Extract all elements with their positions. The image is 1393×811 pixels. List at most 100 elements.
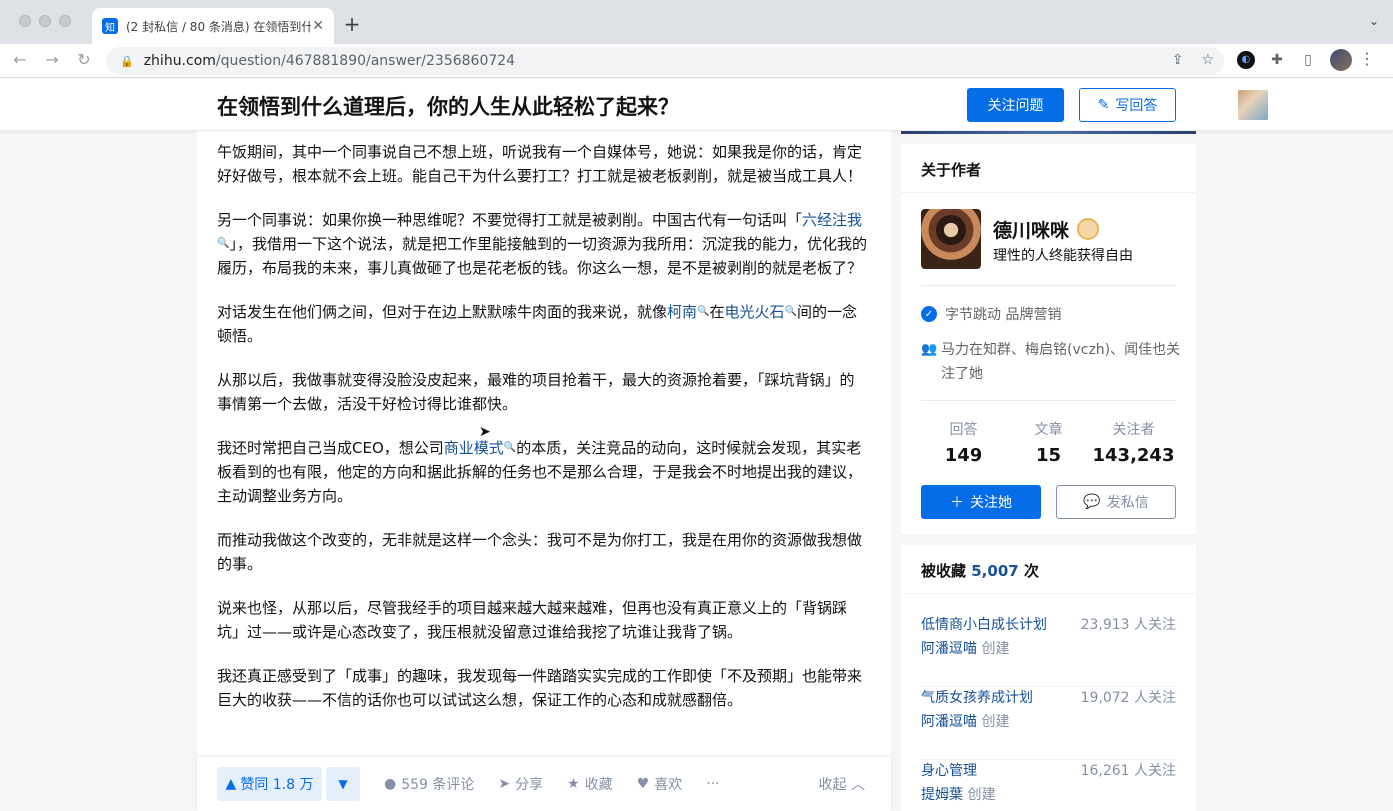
- browser-menu-icon[interactable]: ⋮: [1359, 49, 1375, 68]
- downvote-button[interactable]: ▼: [326, 767, 360, 801]
- share-page-icon[interactable]: ⇪: [1172, 52, 1184, 68]
- collection-name[interactable]: 低情商小白成长计划: [921, 614, 1047, 634]
- extension-icon[interactable]: ◐: [1237, 51, 1255, 69]
- divider: [921, 285, 1176, 286]
- favorite-collection-item[interactable]: 气质女孩养成计划 19,072 人关注 阿潘逗喵 创建: [921, 687, 1176, 760]
- browser-tab[interactable]: 知 (2 封私信 / 80 条消息) 在领悟到什么道理后，你的人生从此轻松了起来…: [92, 8, 334, 44]
- paragraph: 从那以后，我做事就变得没脸没皮起来，最难的项目抢着干，最大的资源抢着要，「踩坑背…: [217, 371, 855, 413]
- banner-strip: [901, 131, 1196, 134]
- search-icon: 🔍: [217, 238, 230, 249]
- paragraph: 我还时常把自己当成CEO，想公司商业模式🔍的本质，关注竞品的动向，这时候就会发现…: [217, 439, 863, 505]
- triangle-down-icon: ▼: [338, 777, 348, 791]
- plus-icon: ＋: [950, 495, 964, 511]
- people-icon: 👥: [921, 342, 938, 357]
- address-bar[interactable]: 🔒 zhihu.com/question/467881890/answer/23…: [106, 47, 1224, 75]
- star-icon: ★: [567, 776, 580, 792]
- browser-tab-strip: 知 (2 封私信 / 80 条消息) 在领悟到什么道理后，你的人生从此轻松了起来…: [0, 0, 1393, 44]
- favorite-collection-item[interactable]: 身心管理 16,261 人关注 提姆葉 创建: [921, 760, 1176, 811]
- send-message-button[interactable]: 💬 发私信: [1056, 485, 1176, 519]
- stat-answers[interactable]: 回答 149: [921, 419, 1006, 466]
- paragraph: 另一个同事说：如果你换一种思维呢？不要觉得打工就是被剥削。中国古代有一句话叫「六…: [217, 211, 867, 277]
- side-panel-icon[interactable]: ▯: [1299, 51, 1317, 69]
- message-bubble-icon: 💬: [1083, 494, 1101, 510]
- new-tab-button[interactable]: +: [340, 12, 364, 36]
- author-badge-icon: [1077, 218, 1099, 240]
- user-avatar[interactable]: [1238, 90, 1268, 120]
- stat-articles[interactable]: 文章 15: [1006, 419, 1091, 466]
- more-button[interactable]: ···: [706, 776, 719, 792]
- write-answer-button[interactable]: ✎ 写回答: [1079, 88, 1176, 122]
- answer-content: 午饭期间，其中一个同事说自己不想上班，听说我有一个自媒体号，她说：如果我是你的话…: [217, 140, 869, 732]
- triangle-up-icon: ▲: [225, 776, 237, 792]
- collection-followers: 23,913 人关注: [1080, 617, 1176, 633]
- author-card: 关于作者 德川咪咪 理性的人终能获得自由 ✓ 字节跳动 品牌营销 👥 马力在知群…: [901, 144, 1196, 534]
- keyword-link[interactable]: 六经注我: [802, 211, 862, 229]
- paragraph: 对话发生在他们俩之间，但对于在边上默默嗦牛肉面的我来说，就像柯南🔍在电光火石🔍间…: [217, 303, 857, 345]
- follow-author-button[interactable]: ＋ 关注她: [921, 485, 1041, 519]
- upvote-button[interactable]: ▲ 赞同 1.8 万: [217, 767, 322, 801]
- favorites-heading: 被收藏 5,007 次: [901, 545, 1196, 594]
- collection-name[interactable]: 气质女孩养成计划: [921, 687, 1033, 707]
- window-minimize-button[interactable]: [39, 15, 51, 27]
- paragraph: 而推动我做这个改变的，无非就是这样一个念头：我可不是为你打工，我是在用你的资源做…: [217, 531, 863, 573]
- window-close-button[interactable]: [19, 15, 31, 27]
- reload-icon[interactable]: ↻: [74, 50, 94, 69]
- author-card-heading: 关于作者: [901, 144, 1196, 193]
- divider: [921, 400, 1176, 401]
- lock-icon: 🔒: [120, 54, 134, 68]
- search-icon: 🔍: [784, 306, 797, 317]
- stat-followers[interactable]: 关注者 143,243: [1091, 419, 1176, 466]
- collection-creator: 阿潘逗喵 创建: [921, 714, 1010, 730]
- keyword-link[interactable]: 柯南: [667, 303, 697, 321]
- chevron-up-icon: ︿: [851, 777, 865, 793]
- like-button[interactable]: ♥ 喜欢: [637, 774, 683, 794]
- answer-action-bar: ▲ 赞同 1.8 万 ▼ ● 559 条评论 ➤ 分享 ★ 收藏 ♥ 喜欢 ··· 收起…: [197, 757, 891, 811]
- keyword-link[interactable]: 电光火石: [725, 303, 785, 321]
- window-zoom-button[interactable]: [59, 15, 71, 27]
- tab-close-icon[interactable]: ✕: [312, 18, 324, 34]
- tab-title: (2 封私信 / 80 条消息) 在领悟到什么道理后，你的人生从此轻松了起来？ …: [126, 19, 311, 34]
- followed-by: 👥 马力在知群、梅启铭(vczh)、闻佳也关注了她: [921, 338, 1181, 386]
- favorites-card: 被收藏 5,007 次 低情商小白成长计划 23,913 人关注 阿潘逗喵 创建…: [901, 545, 1196, 811]
- heart-icon: ♥: [636, 776, 650, 792]
- profile-avatar[interactable]: [1330, 49, 1352, 71]
- url-path: /question/467881890/answer/2356860724: [215, 53, 516, 69]
- bookmark-star-icon[interactable]: ☆: [1201, 52, 1214, 68]
- puzzle-extensions-icon[interactable]: ✚: [1268, 51, 1286, 69]
- paragraph: 午饭期间，其中一个同事说自己不想上班，听说我有一个自媒体号，她说：如果我是你的话…: [217, 143, 863, 185]
- question-header: 在领悟到什么道理后，你的人生从此轻松了起来？ 关注问题 ✎ 写回答: [0, 79, 1393, 131]
- write-answer-label: 写回答: [1115, 98, 1158, 114]
- comment-bubble-icon: ●: [384, 776, 397, 792]
- forward-arrow-icon[interactable]: →: [42, 50, 62, 69]
- author-avatar[interactable]: [921, 209, 981, 269]
- author-name[interactable]: 德川咪咪: [993, 216, 1069, 243]
- favorite-collection-item[interactable]: 低情商小白成长计划 23,913 人关注 阿潘逗喵 创建: [921, 614, 1176, 687]
- pencil-icon: ✎: [1097, 97, 1110, 113]
- author-verification: ✓ 字节跳动 品牌营销: [921, 304, 1061, 324]
- paragraph: 我还真正感受到了「成事」的趣味，我发现每一件踏踏实实完成的工作即使「不及预期」也…: [217, 667, 863, 709]
- keyword-link[interactable]: 商业模式: [444, 439, 504, 457]
- collect-button[interactable]: ★ 收藏: [567, 774, 613, 794]
- tab-search-chevron-icon[interactable]: ⌄: [1369, 14, 1379, 28]
- collection-creator: 提姆葉 创建: [921, 787, 996, 803]
- question-title[interactable]: 在领悟到什么道理后，你的人生从此轻松了起来？: [217, 91, 679, 121]
- collapse-button[interactable]: 收起 ︿: [819, 774, 865, 794]
- collection-followers: 16,261 人关注: [1080, 763, 1176, 779]
- url-host: zhihu.com: [143, 53, 216, 69]
- author-stats: 回答 149 文章 15 关注者 143,243: [921, 419, 1176, 466]
- favorites-count: 5,007: [971, 562, 1019, 580]
- back-arrow-icon[interactable]: ←: [10, 50, 30, 69]
- browser-toolbar: ← → ↻ 🔒 zhihu.com/question/467881890/ans…: [0, 44, 1393, 78]
- follow-question-button[interactable]: 关注问题: [967, 88, 1064, 122]
- share-button[interactable]: ➤ 分享: [498, 774, 543, 794]
- answer-card: 午饭期间，其中一个同事说自己不想上班，听说我有一个自媒体号，她说：如果我是你的话…: [197, 131, 891, 811]
- zhihu-favicon-icon: 知: [102, 18, 118, 34]
- collection-name[interactable]: 身心管理: [921, 760, 977, 780]
- paragraph: 说来也怪，从那以后，尽管我经手的项目越来越大越来越难，但再也没有真正意义上的「背…: [217, 599, 848, 641]
- verified-check-icon: ✓: [921, 306, 937, 322]
- upvote-label: 赞同 1.8 万: [240, 777, 314, 793]
- search-icon: 🔍: [503, 442, 517, 453]
- comments-button[interactable]: ● 559 条评论: [384, 774, 474, 794]
- mouse-cursor-icon: ➤: [479, 424, 491, 440]
- paper-plane-icon: ➤: [498, 776, 511, 792]
